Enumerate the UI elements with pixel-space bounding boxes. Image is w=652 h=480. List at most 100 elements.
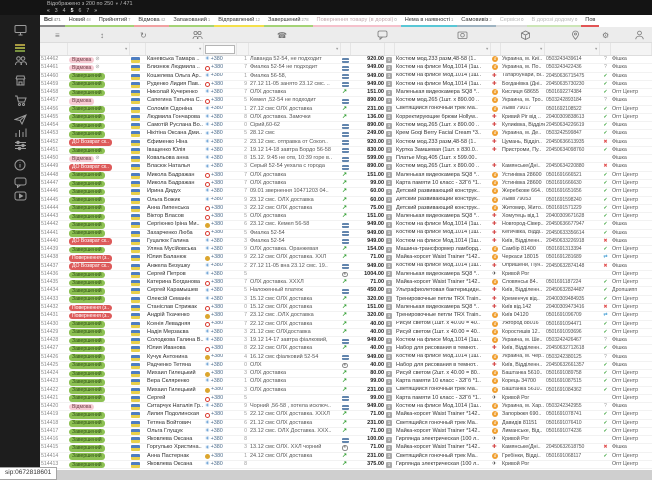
table-row[interactable]: 514427ЗавершенийЮлия Иванова+380822.12 с…: [40, 345, 652, 353]
table-row[interactable]: 514438Повернення (з..Юлия Баланюк+380922…: [40, 254, 652, 262]
telephony-icon[interactable]: ✳: [205, 378, 210, 385]
table-row[interactable]: 514416ЗавершенийЯковлева Оксана✳+3808100…: [40, 436, 652, 444]
telephony-icon[interactable]: [205, 372, 210, 377]
table-row[interactable]: 514461Відмова⊘Близнюк Людмила ..+3807Фиа…: [40, 64, 652, 72]
tab-В дорозі додому[interactable]: В дорозі додому0: [527, 15, 581, 27]
table-row[interactable]: 514454ЗавершенийСамотій Руслана Во..✳+38…: [40, 122, 652, 130]
telephony-icon[interactable]: ✳: [205, 188, 210, 195]
table-row[interactable]: 514439ЗавершенийУляна Мусійовська✳+3809О…: [40, 246, 652, 254]
telephony-icon[interactable]: ✳: [205, 164, 210, 171]
table-row[interactable]: 514446ЗавершенийИрина Дидух✳+380709.01 з…: [40, 188, 652, 196]
telephony-icon[interactable]: ✳: [205, 445, 210, 452]
table-row[interactable]: 514460ЗавершенийКошелева Ольга Ар..✳+380…: [40, 73, 652, 81]
telephony-icon[interactable]: [205, 322, 210, 327]
table-row[interactable]: 514458ЗавершенийНиколай Кучеренко✳+3807О…: [40, 89, 652, 97]
telephony-icon[interactable]: ✳: [205, 197, 210, 204]
telephony-icon[interactable]: [205, 314, 210, 319]
table-row[interactable]: 514415ЗавершенийГоргулько Христина..✳+38…: [40, 444, 652, 452]
telephony-icon[interactable]: ✳: [205, 436, 210, 443]
page-number[interactable]: 4: [63, 8, 66, 14]
table-row[interactable]: 514456ЗавершенийСоломія Сідоніна✳+380127…: [40, 106, 652, 114]
tab-Відправлений[interactable]: Відправлений12: [214, 15, 264, 27]
table-row[interactable]: 514424ЗавершенийМихаил Гилецький+3803ОЛХ…: [40, 370, 652, 378]
telephony-icon[interactable]: ✳: [205, 155, 210, 162]
telephony-icon[interactable]: ✳: [205, 147, 210, 154]
table-row[interactable]: 514428ЗавершенийСолодкова Галина В..✳+38…: [40, 337, 652, 345]
page-number[interactable]: 3: [55, 8, 58, 14]
person-column-icon[interactable]: [634, 30, 645, 43]
monitor-icon[interactable]: [0, 22, 40, 37]
telephony-icon[interactable]: ✳: [205, 362, 210, 369]
filter-dropdown-icon[interactable]: ▼: [594, 47, 598, 51]
telephony-icon[interactable]: ✳: [205, 56, 210, 63]
telephony-icon[interactable]: [205, 347, 210, 352]
table-row[interactable]: 514430ЗавершенийКсенія Левадняя+380722.1…: [40, 321, 652, 329]
status-info-icon[interactable]: ⊘: [95, 64, 99, 70]
pin-column-icon[interactable]: [570, 30, 581, 43]
tab-Всі[interactable]: Всі471: [40, 15, 65, 27]
telephony-icon[interactable]: [205, 355, 210, 360]
table-row[interactable]: 514429ЗавершенийНадія Мерзаєва✳+380321.1…: [40, 329, 652, 337]
page-number[interactable]: 5: [71, 8, 74, 14]
table-row[interactable]: 514421ЗавершенийСергей+380599.001Карта п…: [40, 395, 652, 403]
telephony-icon[interactable]: ✳: [205, 329, 210, 336]
telephony-icon[interactable]: [205, 173, 210, 178]
tab-Завершений[interactable]: Завершений278: [264, 15, 313, 27]
telephony-icon[interactable]: ✳: [205, 122, 210, 129]
people-column-icon[interactable]: [192, 30, 203, 43]
telephony-icon[interactable]: ✳: [205, 420, 210, 427]
filters-icon[interactable]: [0, 138, 40, 153]
table-row[interactable]: 514444ЗавершенийАнна Липенська+380322.12…: [40, 205, 652, 213]
camera-column-icon[interactable]: [457, 30, 468, 43]
table-row[interactable]: 514448ЗавершенийМикола Бадражан+3807ОЛХ …: [40, 172, 652, 180]
telephony-icon[interactable]: ✳: [205, 263, 210, 270]
table-row[interactable]: 514431Повернення (з..Андрій Ткаченко+380…: [40, 312, 652, 320]
filter-dropdown-icon[interactable]: ▼: [335, 47, 339, 51]
filter-dropdown-icon[interactable]: ▼: [124, 47, 128, 51]
table-row[interactable]: 514449ДО Возврат ск..Власюк Наталья✳+380…: [40, 163, 652, 171]
telephony-icon[interactable]: [205, 454, 210, 459]
tab-Нема в наявності[interactable]: Нема в наявності1: [401, 15, 458, 27]
telephony-icon[interactable]: [205, 397, 210, 402]
table-row[interactable]: 514423ЗавершенийВера Скляренко✳+3801ОЛХ …: [40, 378, 652, 386]
telephony-icon[interactable]: [205, 182, 210, 187]
table-row[interactable]: 514418ЗавершенийТетяна Войтович✳+380621.…: [40, 420, 652, 428]
table-row[interactable]: 514455ЗавершенийЛюдмила Гончарова✳+3808О…: [40, 114, 652, 122]
telephony-icon[interactable]: ✳: [205, 238, 210, 245]
table-row[interactable]: 514442ЗавершенийСергіюнко Іріна Ми..+380…: [40, 221, 652, 229]
tab-Пов[interactable]: Пов: [581, 15, 599, 27]
table-row[interactable]: 514443ЗавершенийВіктор Власов+3805ОЛХ до…: [40, 213, 652, 221]
telephony-icon[interactable]: ✳: [205, 106, 210, 113]
telephony-icon[interactable]: [205, 231, 210, 236]
telephony-icon[interactable]: [205, 215, 210, 220]
telephony-icon[interactable]: ✳: [205, 246, 210, 253]
telephony-icon[interactable]: ✳: [205, 461, 210, 468]
table-row[interactable]: 514447ЗавершенийМикола Бадражан+3807ОЛХ …: [40, 180, 652, 188]
table-row[interactable]: 514417ЗавершенийОльга Глущук✳+380023.12 …: [40, 428, 652, 436]
tab-Сервіси[interactable]: Сервіси0: [496, 15, 528, 27]
telephony-icon[interactable]: [205, 306, 210, 311]
telephony-icon[interactable]: [205, 256, 210, 261]
tab-Відмова[interactable]: Відмова42: [134, 15, 169, 27]
telephony-icon[interactable]: ✳: [205, 337, 210, 344]
table-row[interactable]: 514445ЗавершенийОльга Божик✳+380923.12 с…: [40, 197, 652, 205]
table-row[interactable]: 514419ЗавершенийЛилия Подолинская+380522…: [40, 411, 652, 419]
table-row[interactable]: 514462Відмова⊘Каневська Тамара ..✳+3801Л…: [40, 56, 652, 64]
telephony-icon[interactable]: [205, 223, 210, 228]
last-page-icon[interactable]: »: [94, 8, 97, 14]
table-row[interactable]: 514420ВідмоваСитарчук Наталія Гр..✳+3809…: [40, 403, 652, 411]
table-row[interactable]: 514453ЗавершенийНікітіна Оксана Дми..✳+3…: [40, 130, 652, 138]
table-row[interactable]: 514425ЗавершенийРадченко Тетяна✳+3800ОЛХ…: [40, 362, 652, 370]
table-row[interactable]: 514432Повернення (з..Станіслав Стрижак+3…: [40, 304, 652, 312]
table-row[interactable]: 514413ЗавершенийЯковлева Оксана✳+3808↗37…: [40, 461, 652, 469]
telephony-icon[interactable]: ✳: [205, 131, 210, 138]
tab-Самовивіз[interactable]: Самовивіз2: [457, 15, 495, 27]
clients-icon[interactable]: [0, 53, 40, 68]
telephony-icon[interactable]: [205, 82, 210, 87]
telephony-icon[interactable]: [205, 281, 210, 286]
table-row[interactable]: 514436ЗавершенийСергей Петров✳+3805₴1004…: [40, 271, 652, 279]
table-row[interactable]: 514457ВідмоваСапегина Татьяна С..+3805Ке…: [40, 97, 652, 105]
list-column-icon[interactable]: ≡: [55, 30, 60, 41]
filter-dropdown-icon[interactable]: ▼: [539, 47, 543, 51]
table-row[interactable]: 514434ЗавершенийСергей Карамышев✳+3805На…: [40, 287, 652, 295]
